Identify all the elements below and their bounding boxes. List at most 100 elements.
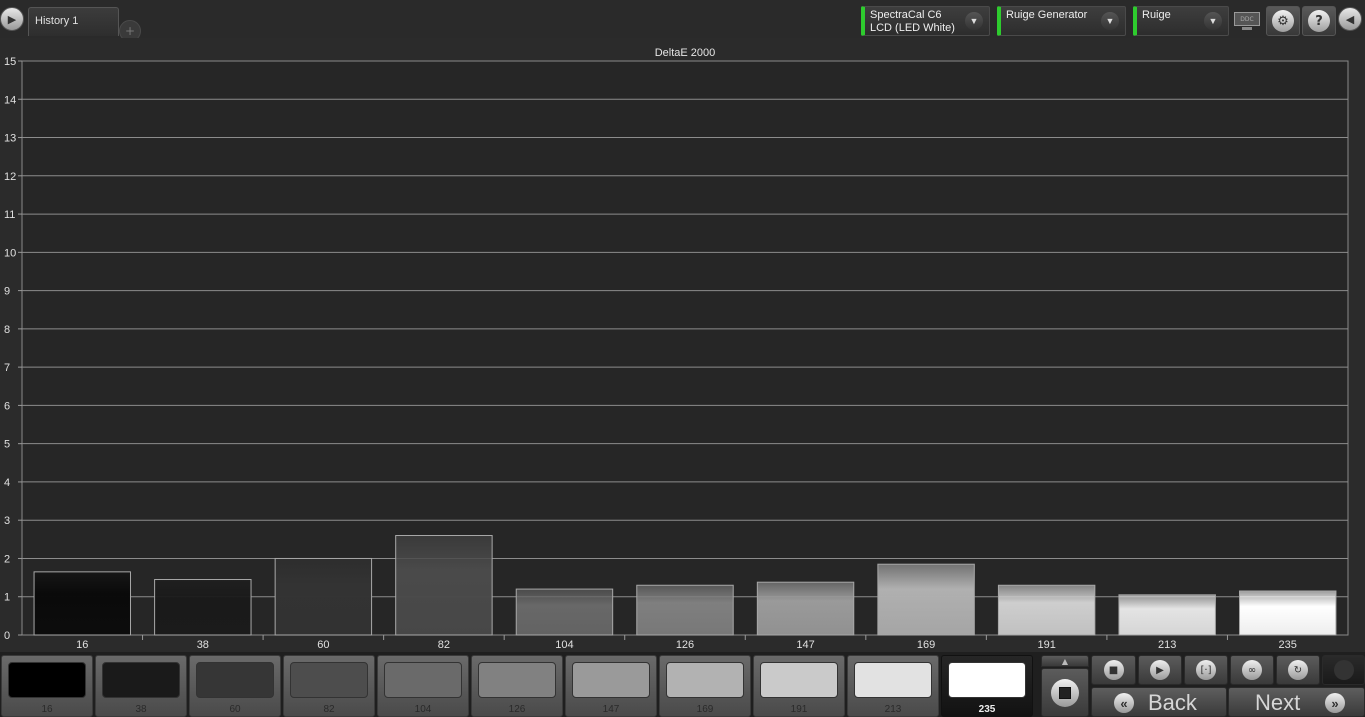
y-tick-label: 7 — [4, 362, 10, 374]
y-tick-label: 4 — [4, 477, 10, 489]
y-tick-label: 2 — [4, 553, 10, 565]
patch-color-swatch — [8, 662, 86, 698]
bar-38 — [154, 579, 252, 636]
help-icon: ? — [1308, 10, 1330, 32]
stop-button[interactable]: ■ — [1091, 655, 1136, 685]
patch-label: 16 — [41, 704, 53, 715]
stop-all-button[interactable] — [1041, 668, 1089, 717]
y-tick-label: 5 — [4, 439, 10, 451]
patch-16[interactable]: 16 — [1, 655, 93, 717]
bar-126 — [636, 584, 734, 636]
patch-60[interactable]: 60 — [189, 655, 281, 717]
expand-left-button[interactable]: ▶ — [0, 7, 24, 31]
meter-mode: LCD (LED White) — [870, 22, 955, 34]
x-tick-label: 235 — [1279, 639, 1297, 651]
double-chevron-left-icon: « — [1114, 693, 1134, 713]
bar-60 — [274, 557, 373, 636]
patch-label: 213 — [884, 704, 902, 715]
indicator-light — [1322, 655, 1365, 685]
patch-169[interactable]: 169 — [659, 655, 751, 717]
ddc-button[interactable]: DDC — [1232, 10, 1262, 32]
x-tick-label: 169 — [917, 639, 935, 651]
x-tick-label: 147 — [796, 639, 814, 651]
bar-191 — [997, 584, 1096, 636]
gear-icon: ⚙ — [1272, 10, 1294, 32]
monitor-icon: DDC — [1234, 12, 1260, 26]
patch-color-swatch — [948, 662, 1026, 698]
next-label: Next — [1255, 690, 1301, 715]
settings-button[interactable]: ⚙ — [1266, 6, 1300, 36]
patch-color-swatch — [760, 662, 838, 698]
patch-label: 235 — [978, 704, 996, 715]
x-tick-label: 38 — [197, 639, 209, 651]
bar-104 — [515, 588, 614, 636]
status-dot-icon — [1333, 660, 1354, 680]
patch-191[interactable]: 191 — [753, 655, 845, 717]
patch-label: 126 — [508, 704, 526, 715]
y-tick-label: 14 — [4, 94, 16, 106]
patch-38[interactable]: 38 — [95, 655, 187, 717]
patch-label: 38 — [135, 704, 147, 715]
y-tick-label: 13 — [4, 133, 16, 145]
bar-147 — [756, 581, 855, 636]
back-button[interactable]: « Back — [1091, 687, 1227, 717]
y-tick-label: 3 — [4, 515, 10, 527]
patch-126[interactable]: 126 — [471, 655, 563, 717]
y-tick-label: 10 — [4, 247, 16, 259]
patch-label: 191 — [790, 704, 808, 715]
expand-right-button[interactable]: ◀ — [1338, 7, 1362, 31]
patch-213[interactable]: 213 — [847, 655, 939, 717]
chevron-down-icon[interactable]: ▼ — [1101, 12, 1119, 30]
help-button[interactable]: ? — [1302, 6, 1336, 36]
patch-label: 104 — [414, 704, 432, 715]
x-tick-label: 16 — [76, 639, 88, 651]
measure-button[interactable]: [·] — [1184, 655, 1228, 685]
patch-147[interactable]: 147 — [565, 655, 657, 717]
y-tick-label: 1 — [4, 592, 10, 604]
x-tick-label: 191 — [1037, 639, 1055, 651]
play-button[interactable]: ▶ — [1138, 655, 1182, 685]
generator-name: Ruige Generator — [1006, 9, 1088, 21]
bar-235 — [1239, 590, 1337, 636]
bracket-icon: [·] — [1196, 660, 1216, 680]
chevron-up-icon: ▲ — [1061, 656, 1069, 666]
deltae-bar-chart: DeltaE 2000012345678910111213141516 38 60 8… — [4, 47, 1349, 651]
chevron-down-icon[interactable]: ▼ — [965, 12, 983, 30]
patch-82[interactable]: 82 — [283, 655, 375, 717]
patch-color-swatch — [102, 662, 180, 698]
meter-selector[interactable]: SpectraCal C6 LCD (LED White) ▼ — [861, 6, 990, 36]
chart-title: DeltaE 2000 — [655, 47, 716, 59]
calibration-app: ▶ History 1 + SpectraCal C6 LCD (LED Whi… — [0, 0, 1365, 717]
x-tick-label: 60 — [317, 639, 329, 651]
y-tick-label: 12 — [4, 171, 16, 183]
collapse-button[interactable]: ▲ — [1041, 655, 1089, 667]
bar-169 — [877, 563, 975, 636]
chevron-down-icon[interactable]: ▼ — [1204, 12, 1222, 30]
play-right-icon: ▶ — [7, 12, 17, 26]
x-tick-label: 104 — [555, 639, 573, 651]
y-tick-label: 0 — [4, 630, 10, 642]
top-bar: ▶ History 1 + SpectraCal C6 LCD (LED Whi… — [0, 0, 1365, 42]
stop-icon: ■ — [1103, 660, 1124, 680]
plus-icon: + — [124, 24, 136, 38]
meter-name: SpectraCal C6 — [870, 9, 942, 21]
next-button[interactable]: Next » — [1228, 687, 1365, 717]
y-tick-label: 8 — [4, 324, 10, 336]
generator-selector[interactable]: Ruige Generator ▼ — [997, 6, 1126, 36]
continuous-button[interactable]: ∞ — [1230, 655, 1274, 685]
refresh-icon: ↻ — [1288, 660, 1308, 680]
play-icon: ▶ — [1150, 660, 1170, 680]
refresh-button[interactable]: ↻ — [1276, 655, 1320, 685]
double-chevron-right-icon: » — [1325, 693, 1345, 713]
patch-235[interactable]: 235 — [941, 655, 1033, 717]
bar-82 — [395, 535, 493, 636]
patch-strip: 16 38 60 82 104 126 147 169 191 213 235 ▲ ■ ▶ [·] … — [0, 652, 1365, 717]
display-selector[interactable]: Ruige ▼ — [1133, 6, 1229, 36]
patch-label: 169 — [696, 704, 714, 715]
y-tick-label: 6 — [4, 400, 10, 412]
patch-104[interactable]: 104 — [377, 655, 469, 717]
patch-color-swatch — [290, 662, 368, 698]
display-name: Ruige — [1142, 9, 1171, 21]
patch-color-swatch — [666, 662, 744, 698]
tab-history-1[interactable]: History 1 + — [28, 7, 141, 42]
